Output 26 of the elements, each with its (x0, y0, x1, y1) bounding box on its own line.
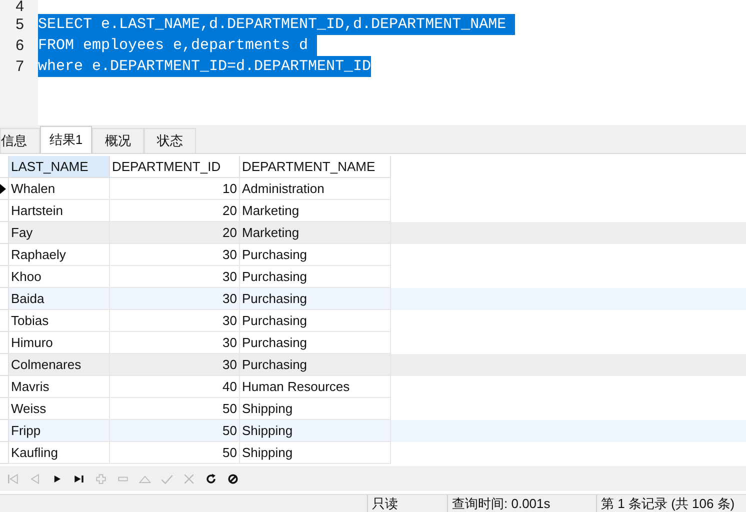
row-header[interactable] (0, 178, 9, 200)
table-row[interactable]: Baida 30 Purchasing (0, 288, 746, 310)
table-row[interactable]: Fripp 50 Shipping (0, 420, 746, 442)
stop-icon (226, 472, 240, 486)
table-row[interactable]: Colmenares 30 Purchasing (0, 354, 746, 376)
cross-icon (182, 472, 196, 486)
line-number: 6 (16, 36, 24, 56)
line-number: 7 (16, 57, 24, 77)
table-cell: Shipping (240, 442, 391, 464)
result-tab[interactable]: 结果1 (40, 126, 92, 153)
line-number: 4 (16, 0, 24, 14)
result-tab[interactable]: 信息 (0, 128, 40, 153)
previous-icon (28, 472, 42, 486)
line-number: 5 (16, 15, 24, 35)
table-cell: 50 (110, 442, 240, 464)
table-row[interactable]: Fay 20 Marketing (0, 222, 746, 244)
first-record-icon (6, 472, 20, 486)
column-header[interactable]: LAST_NAME (9, 156, 110, 178)
result-tab[interactable]: 概况 (92, 128, 144, 153)
status-text: 第 1 条记录 (共 106 条) (596, 495, 746, 512)
refresh-icon (204, 472, 218, 486)
plus-icon (94, 472, 108, 486)
table-cell: Kaufling (9, 442, 110, 464)
status-text: 查询时间: 0.001s (447, 495, 596, 512)
status-text: 只读 (367, 495, 447, 512)
result-tab[interactable]: 状态 (144, 128, 196, 153)
